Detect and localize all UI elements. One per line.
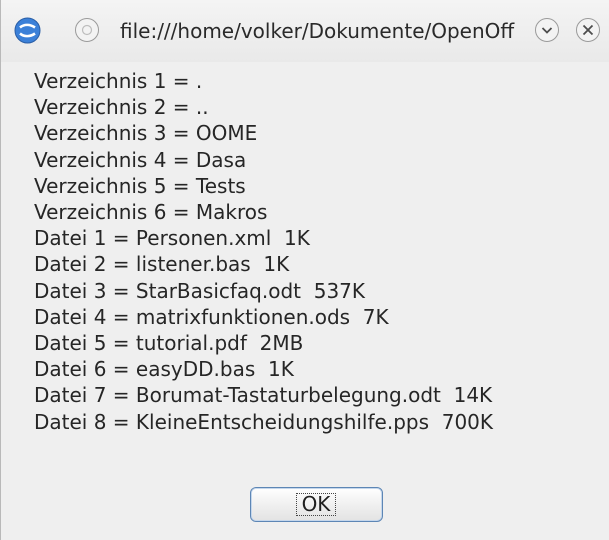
message-line: Datei 2 = listener.bas 1K [34,252,290,277]
message-line: Verzeichnis 1 = . [34,69,203,93]
message-line: Verzeichnis 3 = OOME [34,121,258,146]
message-line: Verzeichnis 6 = Makros [34,200,268,225]
openoffice-icon[interactable] [14,17,41,44]
message-line: Datei 1 = Personen.xml 1K [34,226,310,251]
message-text: Verzeichnis 1 = . Verzeichnis 2 = .. Ver… [34,68,594,435]
message-line: Datei 8 = KleineEntscheidungshilfe.pps 7… [34,409,494,434]
ok-button[interactable]: OK [250,487,383,522]
message-line: Datei 3 = StarBasicfaq.odt 537K [34,278,366,303]
message-line: Datei 4 = matrixfunktionen.ods 7K [34,304,389,329]
minimize-button[interactable] [74,17,100,43]
message-line: Datei 6 = easyDD.bas 1K [34,357,294,382]
message-line: Datei 7 = Borumat-Tastaturbelegung.odt 1… [34,383,493,408]
message-line: Verzeichnis 2 = .. [34,95,209,120]
message-line: Datei 5 = tutorial.pdf 2MB [34,331,304,356]
shade-button[interactable] [534,17,560,43]
message-line: Verzeichnis 4 = Dasa [34,147,247,172]
ok-button-label: OK [296,493,336,516]
window-title: file:///home/volker/Dokumente/OpenOff... [120,19,516,43]
title-bar[interactable]: file:///home/volker/Dokumente/OpenOff... [1,0,609,62]
message-dialog: file:///home/volker/Dokumente/OpenOff...… [0,0,609,540]
message-line: Verzeichnis 5 = Tests [34,173,246,198]
close-button[interactable] [575,17,601,43]
